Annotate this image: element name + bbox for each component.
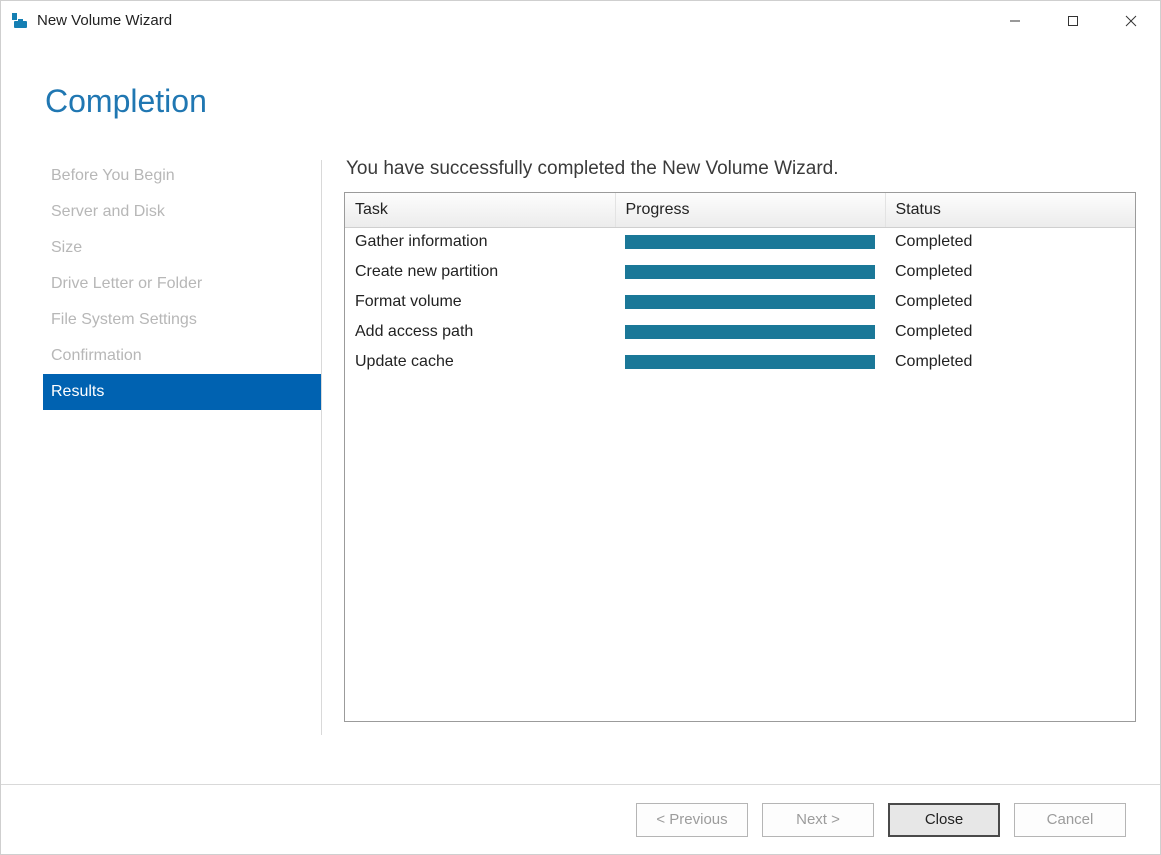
progress-bar [625,355,875,369]
task-cell: Add access path [345,317,615,347]
progress-cell [615,317,885,347]
progress-bar [625,235,875,249]
window-controls [986,1,1160,41]
progress-cell [615,287,885,317]
page-heading: Completion [45,83,1136,120]
wizard-steps-sidebar: Before You BeginServer and DiskSizeDrive… [25,158,321,784]
status-cell: Completed [885,347,1135,377]
status-cell: Completed [885,317,1135,347]
wizard-step[interactable]: Confirmation [43,338,321,374]
close-window-button[interactable] [1102,1,1160,41]
table-row[interactable]: Update cache Completed [345,347,1135,377]
status-cell: Completed [885,257,1135,287]
content-area: Completion Before You BeginServer and Di… [1,41,1160,784]
progress-cell [615,257,885,287]
status-cell: Completed [885,227,1135,257]
task-cell: Gather information [345,227,615,257]
minimize-button[interactable] [986,1,1044,41]
progress-cell [615,347,885,377]
cancel-button[interactable]: Cancel [1014,803,1126,837]
app-icon [11,12,29,30]
wizard-step[interactable]: Size [43,230,321,266]
col-header-task[interactable]: Task [345,193,615,227]
progress-bar [625,325,875,339]
next-button[interactable]: Next > [762,803,874,837]
table-header-row: Task Progress Status [345,193,1135,227]
task-cell: Create new partition [345,257,615,287]
status-cell: Completed [885,287,1135,317]
window-title: New Volume Wizard [37,12,172,29]
col-header-progress[interactable]: Progress [615,193,885,227]
results-table: Task Progress Status Gather informationC… [345,193,1135,377]
main-panel: You have successfully completed the New … [322,158,1136,784]
close-button[interactable]: Close [888,803,1000,837]
task-cell: Update cache [345,347,615,377]
body-row: Before You BeginServer and DiskSizeDrive… [25,158,1136,784]
progress-bar [625,265,875,279]
table-row[interactable]: Format volume Completed [345,287,1135,317]
wizard-step[interactable]: Drive Letter or Folder [43,266,321,302]
wizard-window: New Volume Wizard Completion Before You … [0,0,1161,855]
wizard-step[interactable]: Results [43,374,321,410]
results-table-container: Task Progress Status Gather informationC… [344,192,1136,722]
wizard-step[interactable]: Server and Disk [43,194,321,230]
col-header-status[interactable]: Status [885,193,1135,227]
progress-cell [615,227,885,257]
task-cell: Format volume [345,287,615,317]
wizard-step[interactable]: File System Settings [43,302,321,338]
previous-button[interactable]: < Previous [636,803,748,837]
table-row[interactable]: Add access path Completed [345,317,1135,347]
table-row[interactable]: Gather information Completed [345,227,1135,257]
progress-bar [625,295,875,309]
maximize-button[interactable] [1044,1,1102,41]
success-message: You have successfully completed the New … [346,158,1136,180]
table-row[interactable]: Create new partition Completed [345,257,1135,287]
footer-buttons: < Previous Next > Close Cancel [1,784,1160,854]
titlebar: New Volume Wizard [1,1,1160,41]
wizard-step[interactable]: Before You Begin [43,158,321,194]
